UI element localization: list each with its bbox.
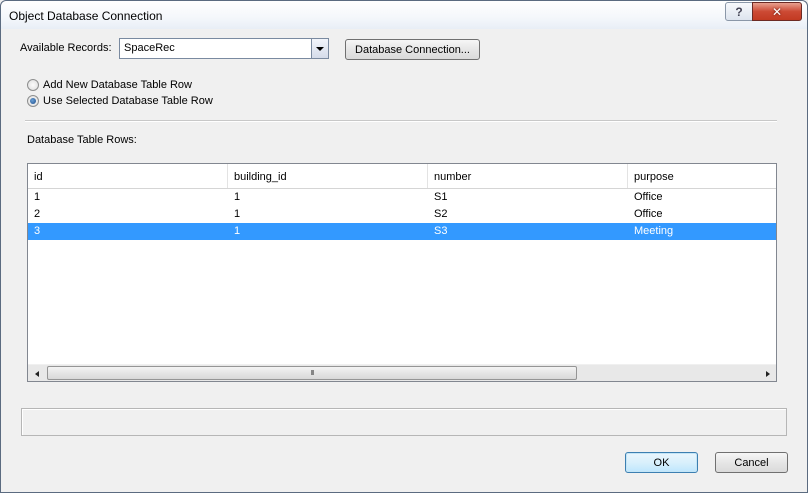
help-icon: ? [735, 4, 743, 19]
add-new-row-label: Add New Database Table Row [43, 79, 192, 91]
table-row[interactable]: 2 1 S2 Office [28, 206, 776, 223]
dialog-window: Object Database Connection ? ✕ Available… [0, 0, 808, 493]
dropdown-button[interactable] [311, 39, 328, 58]
add-new-row-option[interactable]: Add New Database Table Row [27, 78, 192, 92]
add-new-row-radio[interactable] [27, 79, 39, 91]
title-bar[interactable]: Object Database Connection ? ✕ [1, 1, 807, 29]
cell-building-id: 1 [234, 208, 241, 220]
table-row-selected[interactable]: 3 1 S3 Meeting [28, 223, 776, 240]
cell-number: S1 [434, 191, 448, 203]
scroll-left-icon [34, 370, 39, 377]
use-selected-row-radio[interactable] [27, 95, 39, 107]
table-rows-grid[interactable]: id building_id number purpose 1 1 S1 Off… [27, 163, 777, 382]
scroll-thumb[interactable]: III [47, 366, 577, 380]
cancel-button[interactable]: Cancel [715, 452, 788, 473]
use-selected-row-option[interactable]: Use Selected Database Table Row [27, 94, 213, 108]
cancel-label: Cancel [734, 456, 769, 469]
horizontal-scrollbar[interactable]: III [28, 364, 776, 381]
cell-purpose: Office [634, 191, 663, 203]
available-records-label: Available Records: [20, 42, 112, 54]
cell-building-id: 1 [234, 225, 241, 237]
table-row[interactable]: 1 1 S1 Office [28, 189, 776, 206]
scroll-grip: III [310, 369, 315, 377]
table-rows-label: Database Table Rows: [27, 134, 137, 146]
use-selected-row-label: Use Selected Database Table Row [43, 95, 213, 107]
status-box [21, 408, 787, 436]
cell-number: S2 [434, 208, 448, 220]
ok-label: OK [653, 456, 670, 469]
cell-id: 1 [34, 191, 41, 203]
column-header-id[interactable]: id [28, 164, 228, 188]
scroll-right-button[interactable] [759, 365, 776, 382]
cell-number: S3 [434, 225, 448, 237]
available-records-select[interactable]: SpaceRec [119, 38, 329, 59]
scroll-left-button[interactable] [28, 365, 45, 382]
ok-button[interactable]: OK [625, 452, 698, 473]
help-button[interactable]: ? [725, 2, 753, 21]
scroll-right-icon [765, 370, 770, 377]
available-records-value: SpaceRec [124, 42, 175, 54]
cell-building-id: 1 [234, 191, 241, 203]
cell-id: 2 [34, 208, 41, 220]
close-icon: ✕ [771, 4, 783, 19]
cell-purpose: Office [634, 208, 663, 220]
column-header-building-id[interactable]: building_id [228, 164, 428, 188]
window-title: Object Database Connection [9, 9, 163, 23]
database-connection-label: Database Connection... [355, 43, 470, 56]
close-button[interactable]: ✕ [752, 2, 802, 21]
column-header-purpose[interactable]: purpose [628, 164, 776, 188]
separator [25, 120, 777, 122]
database-connection-button[interactable]: Database Connection... [345, 39, 480, 60]
cell-id: 3 [34, 225, 41, 237]
cell-purpose: Meeting [634, 225, 674, 237]
grid-header: id building_id number purpose [28, 164, 776, 189]
column-header-number[interactable]: number [428, 164, 628, 188]
chevron-down-icon [316, 46, 324, 51]
